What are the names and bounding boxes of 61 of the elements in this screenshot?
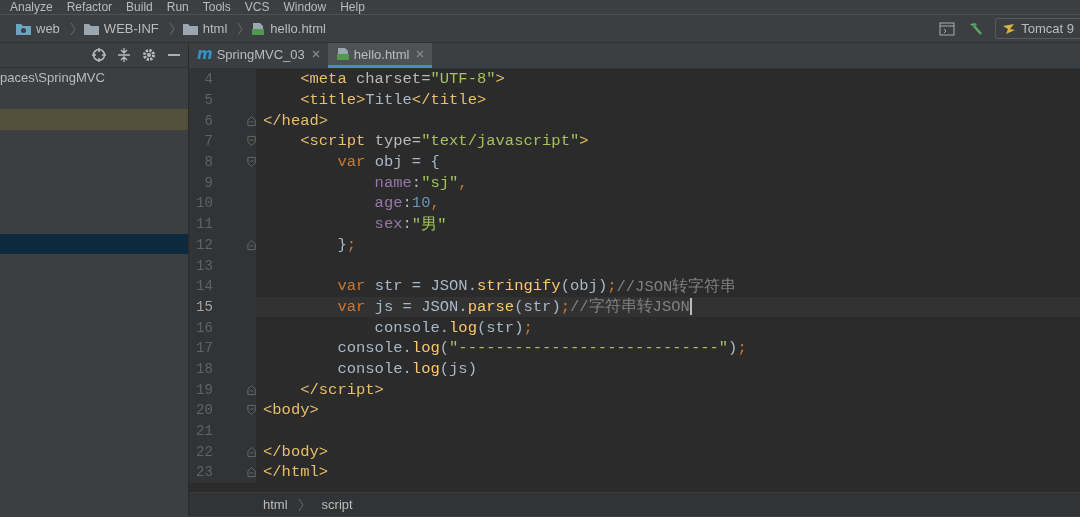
code-line: </script> [299, 379, 384, 400]
settings-icon[interactable] [142, 48, 156, 62]
code-line: var js = JSON.parse(str);//字符串转JSON [336, 296, 692, 318]
code-line: name:"sj", [373, 172, 468, 194]
code-line: var obj = { [336, 152, 440, 173]
breadcrumb-item[interactable]: script [321, 497, 353, 512]
fold-marker-icon [246, 156, 256, 169]
code-line: </body> [262, 441, 329, 463]
editor-tab[interactable]: hello.html [327, 43, 433, 68]
code-line: </html> [262, 462, 329, 483]
html-file-icon [335, 47, 350, 61]
menu-item[interactable]: Help [340, 0, 365, 14]
menu-item[interactable]: Tools [202, 0, 231, 14]
nav-path-item[interactable]: hello.html [270, 21, 326, 36]
folder-icon [83, 22, 99, 35]
run-config-dropdown[interactable]: Tomcat 9 [995, 18, 1080, 39]
code-line: sex:"男" [373, 214, 447, 235]
close-icon[interactable] [416, 50, 425, 58]
chevron-icon [69, 21, 76, 36]
folder-icon [16, 22, 31, 35]
code-line: <meta charset="UTF-8"> [299, 69, 505, 90]
code-line: var str = JSON.stringify(obj);//JSON转字符串 [336, 276, 737, 297]
code-line: age:10, [373, 193, 440, 214]
nav-path-item[interactable]: WEB-INF [103, 21, 159, 36]
code-line: <title>Title</title> [299, 90, 487, 111]
terminal-icon[interactable] [939, 21, 956, 36]
nav-path-item[interactable]: web [36, 21, 60, 36]
fold-marker-icon [246, 445, 256, 458]
fold-marker-icon [246, 383, 256, 396]
folder-icon [182, 22, 198, 35]
maven-icon: m [197, 45, 213, 63]
code-line: }; [336, 234, 357, 256]
fold-marker-icon [246, 114, 256, 127]
target-icon[interactable] [92, 48, 106, 62]
line-number: 15 [195, 298, 213, 315]
breadcrumb-item[interactable]: html [263, 497, 288, 512]
collapse-icon[interactable] [118, 48, 130, 62]
project-path[interactable]: paces\SpringMVC [0, 68, 188, 89]
chevron-icon [297, 497, 304, 512]
chevron-icon [237, 21, 244, 36]
menu-item[interactable]: Refactor [66, 0, 113, 14]
menu-item[interactable]: VCS [244, 0, 270, 14]
html-file-icon [251, 21, 266, 36]
menu-item[interactable]: Build [126, 0, 153, 14]
code-line: <body> [262, 400, 319, 421]
chevron-icon [168, 21, 175, 36]
nav-path-item[interactable]: html [202, 21, 228, 36]
code-line: console.log("----------------------------"); [336, 338, 747, 359]
code-line: console.log(js) [336, 358, 477, 380]
fold-marker-icon [246, 404, 256, 417]
code-line: </head> [262, 110, 329, 132]
code-line: console.log(str); [373, 317, 533, 338]
menu-item[interactable]: Analyze [10, 0, 53, 14]
menu-item[interactable]: Window [283, 0, 327, 14]
code-line: <script type="text/javascript"> [299, 131, 589, 152]
menu-item[interactable]: Run [166, 0, 189, 14]
fold-marker-icon [246, 135, 256, 148]
fold-marker-icon [246, 466, 256, 479]
close-icon[interactable] [311, 50, 320, 58]
fold-marker-icon [246, 238, 256, 251]
editor-tab[interactable]: m SpringMVC_03 [189, 43, 328, 68]
